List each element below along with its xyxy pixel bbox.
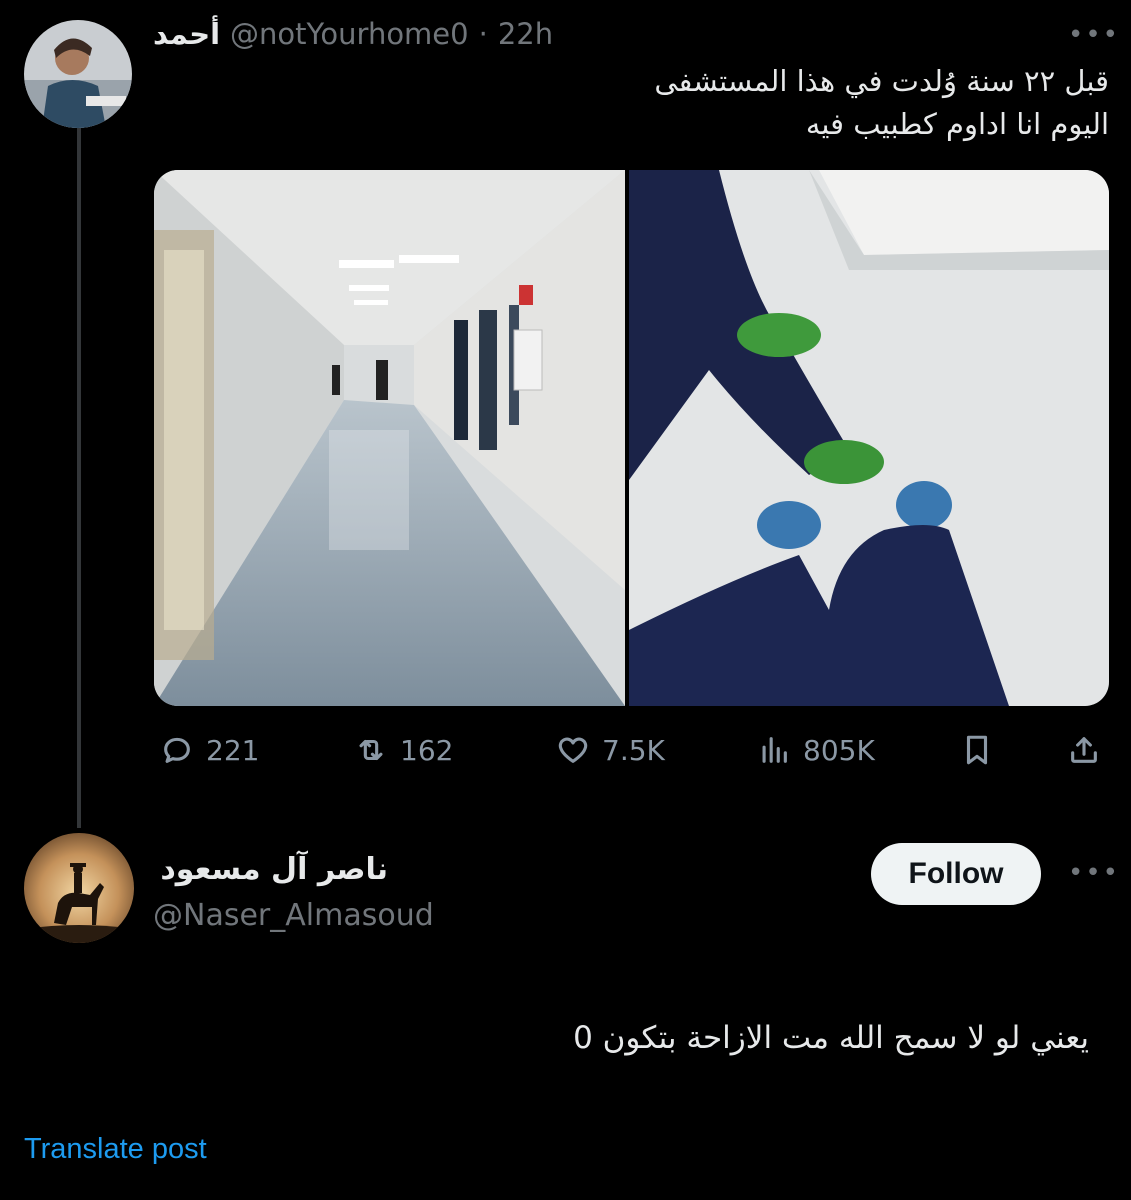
repost-icon: [359, 739, 383, 761]
post-header: أحمد @notYourhome0 · 22h: [153, 14, 553, 54]
translate-post-link[interactable]: Translate post: [24, 1133, 207, 1166]
post-timestamp[interactable]: 22h: [498, 17, 553, 51]
avatar-naser[interactable]: [24, 833, 134, 943]
scrubs-and-clogs-feet-photo[interactable]: [629, 170, 1109, 706]
thread-connector-line: [77, 128, 81, 828]
more-options-icon[interactable]: •••: [1068, 20, 1120, 50]
avatar-ahmed-image: [24, 20, 132, 128]
bookmark-button[interactable]: [960, 730, 994, 770]
reply-display-name[interactable]: ناصر آل مسعود: [153, 852, 388, 887]
post-media-grid: [154, 170, 1109, 706]
post-text-line-2: اليوم انا اداوم كطبيب فيه: [805, 107, 1109, 141]
repost-count: 162: [400, 733, 454, 767]
reply-count: 221: [206, 733, 260, 767]
reply-user-handle[interactable]: @Naser_Almasoud: [153, 898, 434, 933]
reply-button[interactable]: 221: [160, 730, 259, 770]
user-handle[interactable]: @notYourhome0: [230, 17, 469, 51]
scrubs-feet-image: [629, 170, 1109, 706]
views-button[interactable]: 805K: [757, 730, 875, 770]
reply-text: يعني لو لا سمح الله مت الازاحة بتكون 0: [573, 1020, 1089, 1056]
avatar-ahmed[interactable]: [24, 20, 132, 128]
avatar-naser-image: [24, 833, 134, 943]
bookmark-icon: [966, 735, 988, 765]
follow-button[interactable]: Follow: [871, 843, 1041, 905]
share-button[interactable]: [1067, 730, 1101, 770]
reply-icon: [164, 737, 190, 763]
separator-dot: ·: [478, 17, 488, 51]
heart-icon: [558, 737, 588, 763]
repost-button[interactable]: 162: [354, 730, 453, 770]
hospital-corridor-image: [154, 170, 625, 706]
post-text-line-1: قبل ٢٢ سنة وُلدت في هذا المستشفى: [654, 64, 1109, 98]
hospital-corridor-photo[interactable]: [154, 170, 625, 706]
like-button[interactable]: 7.5K: [556, 730, 665, 770]
views-count: 805K: [803, 733, 875, 767]
display-name[interactable]: أحمد: [153, 17, 220, 51]
reply-more-options-icon[interactable]: •••: [1068, 858, 1120, 888]
like-count: 7.5K: [602, 733, 665, 767]
analytics-icon: [762, 737, 787, 763]
share-icon: [1071, 737, 1097, 763]
post-text: قبل ٢٢ سنة وُلدت في هذا المستشفى اليوم ا…: [154, 60, 1109, 146]
